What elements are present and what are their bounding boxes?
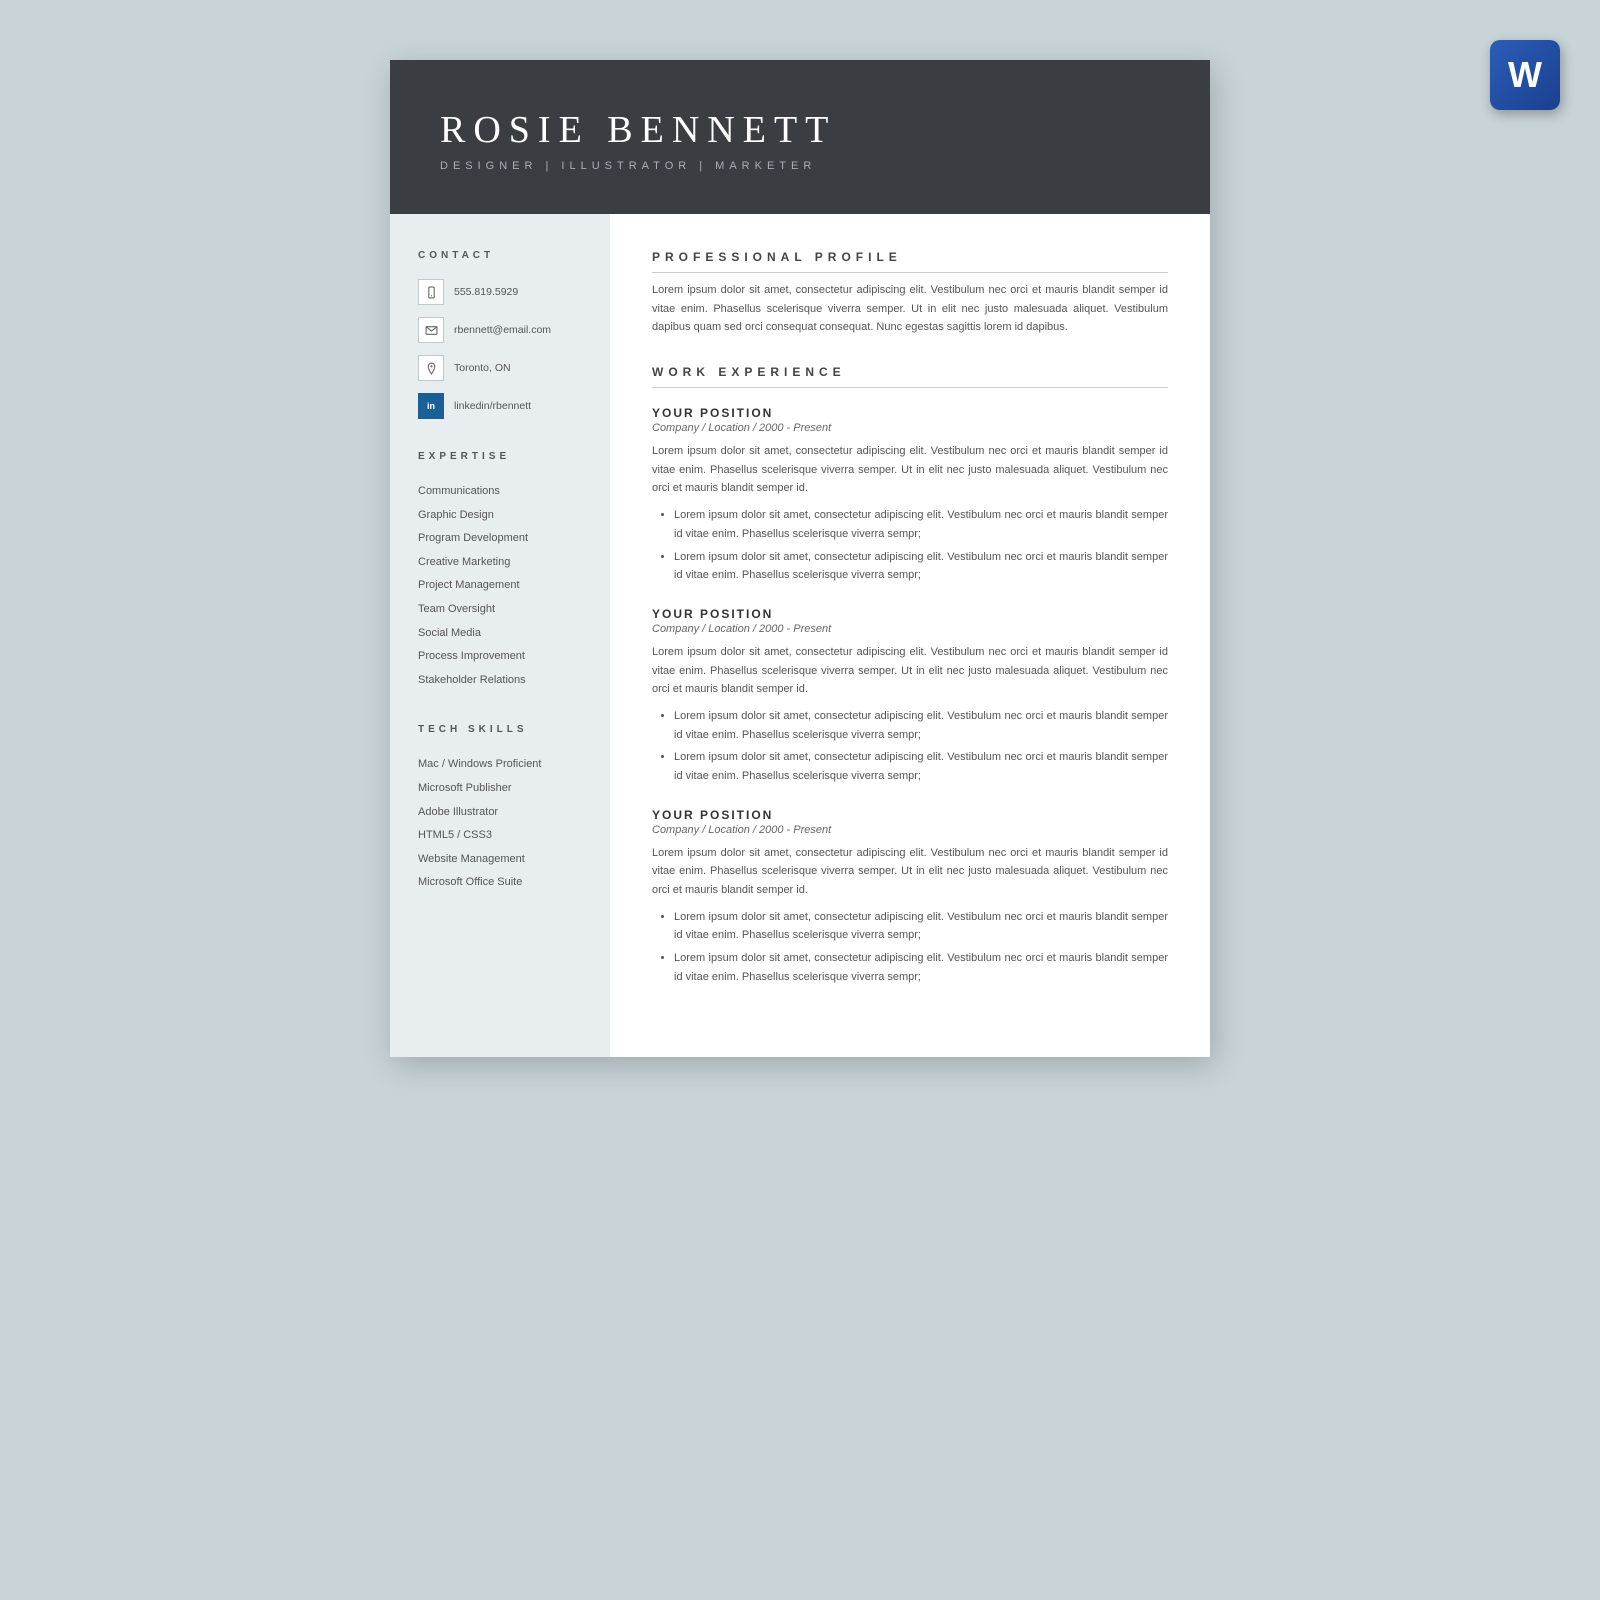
sidebar: CONTACT 555.819.5929 [390,214,610,1057]
contact-location: Toronto, ON [418,355,582,381]
list-item: Microsoft Office Suite [418,871,582,895]
profile-section-title: PROFESSIONAL PROFILE [652,250,1168,273]
list-item: Graphic Design [418,504,582,528]
tech-skills-title: TECH SKILLS [418,724,582,735]
phone-icon [418,279,444,305]
resume-container: ROSIE BENNETT DESIGNER | ILLUSTRATOR | M… [390,60,1210,1057]
list-item: Social Media [418,622,582,646]
expertise-section: EXPERTISE Communications Graphic Design … [418,451,582,692]
job-company-1: Company / Location / 2000 - Present [652,422,1168,434]
list-item: Project Management [418,574,582,598]
list-item: Website Management [418,848,582,872]
profile-section: PROFESSIONAL PROFILE Lorem ipsum dolor s… [652,250,1168,337]
list-item: Team Oversight [418,598,582,622]
resume-header: ROSIE BENNETT DESIGNER | ILLUSTRATOR | M… [390,60,1210,214]
location-value: Toronto, ON [454,362,511,374]
location-icon [418,355,444,381]
tech-list: Mac / Windows Proficient Microsoft Publi… [418,753,582,895]
job-title-2: YOUR POSITION [652,607,1168,621]
contact-section: CONTACT 555.819.5929 [418,250,582,419]
list-item: Creative Marketing [418,551,582,575]
candidate-tagline: DESIGNER | ILLUSTRATOR | MARKETER [440,160,1160,172]
linkedin-icon: in [418,393,444,419]
job-desc-3: Lorem ipsum dolor sit amet, consectetur … [652,844,1168,900]
list-item: Lorem ipsum dolor sit amet, consectetur … [674,908,1168,945]
contact-title: CONTACT [418,250,582,261]
work-entry-2: YOUR POSITION Company / Location / 2000 … [652,607,1168,786]
list-item: Lorem ipsum dolor sit amet, consectetur … [674,548,1168,585]
list-item: Process Improvement [418,645,582,669]
phone-value: 555.819.5929 [454,286,518,298]
list-item: Communications [418,480,582,504]
job-title-1: YOUR POSITION [652,406,1168,420]
job-bullets-3: Lorem ipsum dolor sit amet, consectetur … [652,908,1168,987]
email-icon [418,317,444,343]
list-item: Lorem ipsum dolor sit amet, consectetur … [674,748,1168,785]
tech-skills-section: TECH SKILLS Mac / Windows Proficient Mic… [418,724,582,895]
contact-email: rbennett@email.com [418,317,582,343]
list-item: Lorem ipsum dolor sit amet, consectetur … [674,707,1168,744]
job-bullets-2: Lorem ipsum dolor sit amet, consectetur … [652,707,1168,786]
job-desc-2: Lorem ipsum dolor sit amet, consectetur … [652,643,1168,699]
expertise-list: Communications Graphic Design Program De… [418,480,582,692]
list-item: Stakeholder Relations [418,669,582,693]
list-item: Program Development [418,527,582,551]
resume-body: CONTACT 555.819.5929 [390,214,1210,1057]
expertise-title: EXPERTISE [418,451,582,462]
contact-linkedin: in linkedin/rbennett [418,393,582,419]
profile-text: Lorem ipsum dolor sit amet, consectetur … [652,281,1168,337]
job-company-2: Company / Location / 2000 - Present [652,623,1168,635]
email-value: rbennett@email.com [454,324,551,336]
list-item: HTML5 / CSS3 [418,824,582,848]
work-entry-1: YOUR POSITION Company / Location / 2000 … [652,406,1168,585]
job-bullets-1: Lorem ipsum dolor sit amet, consectetur … [652,506,1168,585]
contact-phone: 555.819.5929 [418,279,582,305]
main-content: PROFESSIONAL PROFILE Lorem ipsum dolor s… [610,214,1210,1057]
work-entry-3: YOUR POSITION Company / Location / 2000 … [652,808,1168,987]
job-company-3: Company / Location / 2000 - Present [652,824,1168,836]
word-icon: W [1490,40,1560,110]
list-item: Lorem ipsum dolor sit amet, consectetur … [674,506,1168,543]
work-experience-title: WORK EXPERIENCE [652,365,1168,388]
list-item: Lorem ipsum dolor sit amet, consectetur … [674,949,1168,986]
job-desc-1: Lorem ipsum dolor sit amet, consectetur … [652,442,1168,498]
linkedin-value: linkedin/rbennett [454,400,531,412]
list-item: Mac / Windows Proficient [418,753,582,777]
list-item: Adobe Illustrator [418,801,582,825]
job-title-3: YOUR POSITION [652,808,1168,822]
candidate-name: ROSIE BENNETT [440,108,1160,152]
work-experience-section: WORK EXPERIENCE YOUR POSITION Company / … [652,365,1168,986]
list-item: Microsoft Publisher [418,777,582,801]
